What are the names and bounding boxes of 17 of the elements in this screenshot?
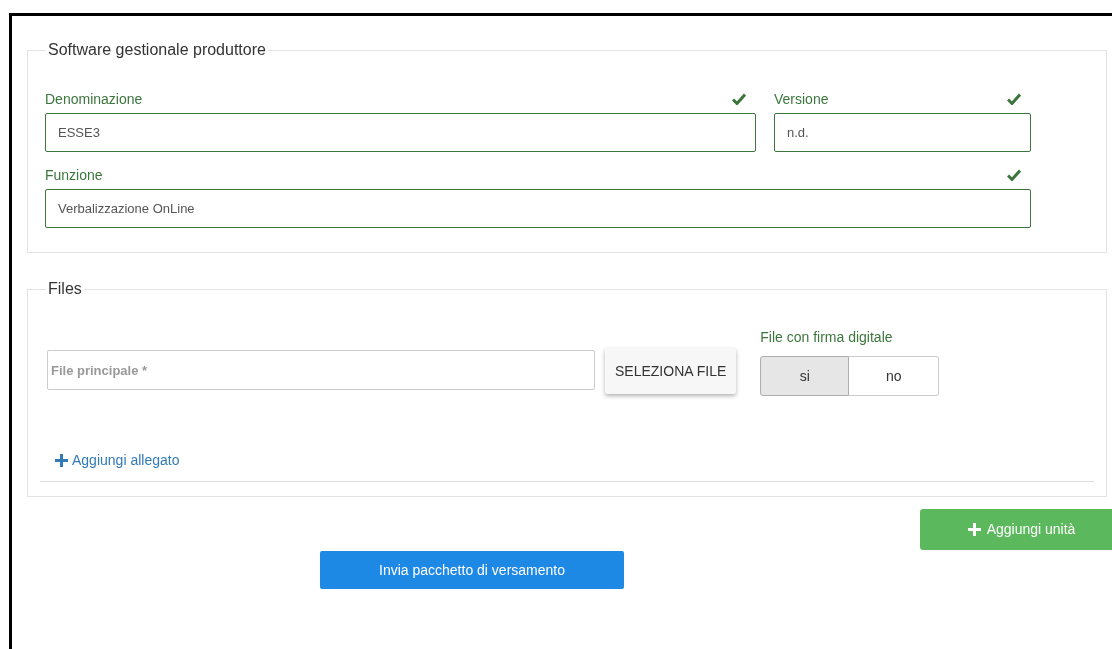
section-title: Files <box>47 279 83 299</box>
field-label: File con firma digitale <box>760 328 894 347</box>
section-title: Software gestionale produttore <box>47 40 267 60</box>
field-label: Funzione <box>45 165 103 185</box>
field-label: Denominazione <box>45 89 143 109</box>
plus-icon <box>967 523 981 536</box>
toggle-option[interactable]: no <box>849 356 940 396</box>
add-attachment-link[interactable]: Aggiungi allegato <box>55 450 180 471</box>
text-field[interactable]: ESSE3 <box>45 113 756 152</box>
select-file-button[interactable]: SELEZIONA FILE <box>605 348 737 394</box>
text-field[interactable]: n.d. <box>774 113 1031 152</box>
text-field[interactable]: Verbalizzazione OnLine <box>45 189 1031 228</box>
plus-icon <box>55 454 68 467</box>
submit-button[interactable]: Invia pacchetto di versamento <box>320 551 624 589</box>
toggle-option[interactable]: si <box>760 356 850 396</box>
file-field[interactable]: File principale * <box>47 350 595 390</box>
field-label: Versione <box>774 89 829 109</box>
